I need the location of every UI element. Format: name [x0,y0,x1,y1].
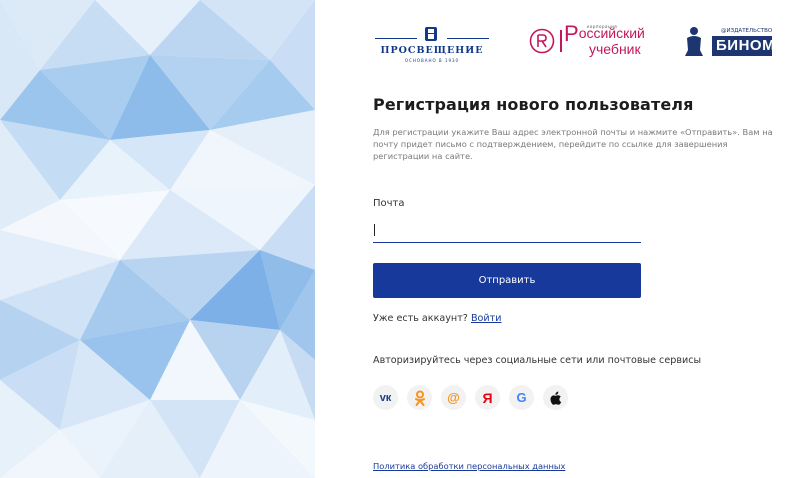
logo-rule-right [447,38,489,39]
ru-initial: Р [564,21,579,46]
auth-panel: ПРОСВЕЩЕНИЕ ОСНОВАНО В 1930 корпорация Р… [315,0,793,478]
publisher-logos: ПРОСВЕЩЕНИЕ ОСНОВАНО В 1930 корпорация Р… [371,20,793,70]
apple-icon [550,391,561,405]
odnoklassniki-icon [414,390,425,406]
ru-line1: Российский [564,23,645,45]
binom-tag: @ИЗДАТЕЛЬСТВО [721,28,773,34]
yandex-login-button[interactable]: Я [475,385,500,410]
binom-logo: @ИЗДАТЕЛЬСТВО БИНОМ [683,24,793,64]
decorative-background [0,0,315,478]
social-login-label: Авторизируйтесь через социальные сети ил… [373,355,702,366]
rossiyskiy-uchebnik-logo: корпорация Российский учебник [529,23,649,64]
social-login-buttons: vк @ Я G [373,385,568,410]
privacy-policy-link[interactable]: Политика обработки персональных данных [373,461,565,471]
registration-form: Регистрация нового пользователя Для реги… [373,95,793,471]
logo-rule-left [375,38,417,39]
have-account-row: Уже есть аккаунт? Войти [373,313,501,324]
google-icon: G [516,390,527,405]
odnoklassniki-login-button[interactable] [407,385,432,410]
ru-divider [560,30,562,52]
binom-name: БИНОМ [712,36,775,56]
prosveshchenie-name: ПРОСВЕЩЕНИЕ [380,45,484,56]
mail-ru-icon: @ [447,390,460,405]
login-link[interactable]: Войти [471,313,502,324]
ru-line1-rest: оссийский [578,25,645,41]
binom-figure-icon [685,27,703,56]
prosveshchenie-emblem-icon [425,27,437,41]
prosveshchenie-logo: ПРОСВЕЩЕНИЕ ОСНОВАНО В 1930 [371,24,493,64]
submit-button[interactable]: Отправить [373,263,641,298]
vk-icon: vк [379,391,392,404]
yandex-icon: Я [482,389,493,406]
polygon-pattern [0,0,315,478]
form-description: Для регистрации укажите Ваш адрес электр… [373,127,773,161]
google-login-button[interactable]: G [509,385,534,410]
email-label: Почта [373,198,405,209]
apple-login-button[interactable] [543,385,568,410]
ru-line2: учебник [589,41,641,57]
prosveshchenie-subtitle: ОСНОВАНО В 1930 [404,58,460,63]
page-title: Регистрация нового пользователя [373,95,694,114]
vk-login-button[interactable]: vк [373,385,398,410]
text-caret [374,224,375,236]
mail-ru-login-button[interactable]: @ [441,385,466,410]
have-account-text: Уже есть аккаунт? [373,313,468,324]
ru-emblem-icon [529,28,555,54]
email-field[interactable] [373,217,641,243]
